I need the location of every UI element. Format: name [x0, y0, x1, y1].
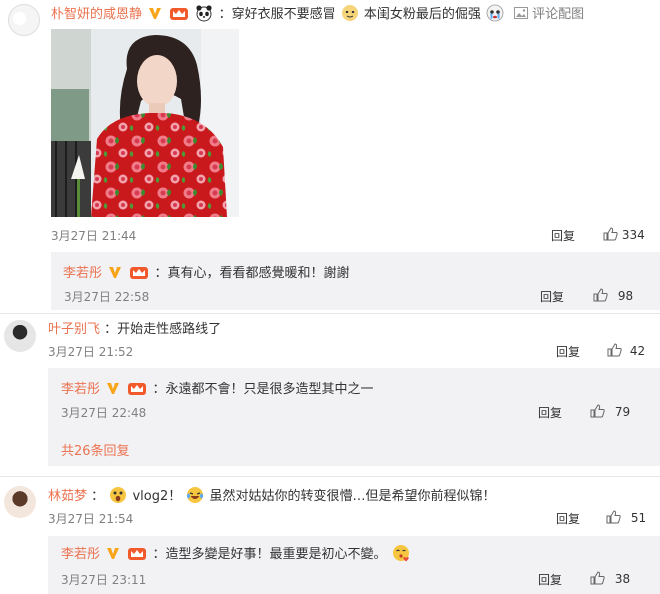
reply-button[interactable]: 回复 [556, 343, 580, 360]
crying-emoji-icon [486, 4, 504, 22]
reply-button[interactable]: 回复 [540, 288, 564, 305]
comment-username[interactable]: 叶子别飞 [48, 322, 100, 337]
comment-text: 本闺女粉最后的倔强 [363, 7, 481, 22]
thumbs-up-icon [607, 343, 622, 357]
like-button[interactable]: 334 [603, 227, 645, 242]
kiss-emoji-icon [392, 545, 409, 562]
comment-picture-link[interactable]: 评论配图 [514, 3, 584, 22]
portrait-image [51, 29, 239, 217]
reply-button[interactable]: 回复 [538, 571, 562, 588]
more-replies-link[interactable]: 共26条回复 [61, 440, 130, 459]
doge-emoji-icon [341, 5, 358, 21]
reply-line: 李若彤 ：真有心，看看都感覺暖和！謝謝 [63, 262, 349, 281]
comment-text: ： [91, 489, 105, 504]
thumbs-up-icon [603, 227, 618, 241]
comment-text: ：穿好衣服不要感冒 [218, 7, 336, 22]
like-count: 38 [614, 572, 631, 586]
like-button[interactable]: 51 [606, 510, 646, 525]
reply-text: ：真有心，看看都感覺暖和！謝謝 [154, 266, 350, 281]
like-button[interactable]: 38 [590, 571, 630, 586]
crown-badge-icon [128, 548, 147, 560]
crown-badge-icon [128, 383, 147, 395]
divider [0, 313, 660, 314]
image-icon [514, 7, 528, 19]
reply-text: ：造型多變是好事！最重要是初心不變。 [152, 547, 387, 562]
divider [0, 476, 660, 477]
crown-badge-icon [170, 8, 189, 20]
comment-time: 3月27日 21:52 [48, 345, 134, 359]
like-count: 98 [617, 289, 634, 303]
comment-picture-label: 评论配图 [532, 7, 585, 22]
comment-image[interactable] [51, 29, 239, 217]
thumbs-up-icon [590, 404, 605, 418]
like-button[interactable]: 98 [593, 288, 633, 303]
reply-time: 3月27日 23:11 [61, 573, 147, 587]
reply-line: 李若彤 ：永遠都不會！只是很多造型其中之一 [61, 378, 373, 397]
like-count: 51 [630, 511, 647, 525]
comment-text: 虽然对姑姑你的转变很懵…但是希望你前程似锦！ [209, 489, 496, 504]
like-count: 42 [629, 344, 646, 358]
reply-line: 李若彤 ：造型多變是好事！最重要是初心不變。 [61, 543, 411, 562]
comment-time: 3月27日 21:54 [48, 512, 134, 526]
like-button[interactable]: 79 [590, 404, 630, 419]
comment-username[interactable]: 朴智妍的咸恩静 [51, 7, 142, 22]
reply-username[interactable]: 李若彤 [63, 266, 102, 281]
comment-time: 3月27日 21:44 [51, 229, 137, 243]
crown-badge-icon [130, 267, 149, 279]
comment-1-line: 朴智妍的咸恩静 ：穿好衣服不要感冒 本闺女粉最后的倔强 [51, 3, 505, 22]
reply-text: ：永遠都不會！只是很多造型其中之一 [152, 382, 374, 397]
comment-text: ：开始走性感路线了 [104, 322, 222, 337]
laughing-tears-emoji-icon [187, 487, 204, 503]
shocked-emoji-icon [110, 487, 127, 503]
reply-button[interactable]: 回复 [551, 227, 575, 244]
like-count: 334 [621, 228, 645, 242]
thumbs-up-icon [593, 288, 608, 302]
reply-button[interactable]: 回复 [538, 404, 562, 421]
comment-2-line: 叶子别飞 ：开始走性感路线了 [48, 318, 221, 337]
reply-button[interactable]: 回复 [556, 510, 580, 527]
comment-username[interactable]: 林茹梦 [48, 489, 87, 504]
comment-text: vlog2！ [132, 489, 182, 504]
reply-username[interactable]: 李若彤 [61, 547, 100, 562]
like-count: 79 [614, 405, 631, 419]
vip-v-icon [107, 383, 120, 394]
comment-3-line: 林茹梦 ： vlog2！ 虽然对姑姑你的转变很懵…但是希望你前程似锦！ [48, 485, 496, 504]
vip-v-icon [107, 548, 120, 559]
vip-v-icon [149, 8, 162, 19]
avatar[interactable] [8, 4, 40, 36]
thumbs-up-icon [590, 571, 605, 585]
reply-time: 3月27日 22:58 [64, 290, 150, 304]
avatar[interactable] [4, 320, 36, 352]
like-button[interactable]: 42 [607, 343, 645, 358]
thumbs-up-icon [606, 510, 621, 524]
reply-username[interactable]: 李若彤 [61, 382, 100, 397]
vip-v-icon [109, 267, 122, 278]
avatar[interactable] [4, 486, 36, 518]
panda-emoji-icon [196, 5, 213, 22]
reply-time: 3月27日 22:48 [61, 406, 147, 420]
